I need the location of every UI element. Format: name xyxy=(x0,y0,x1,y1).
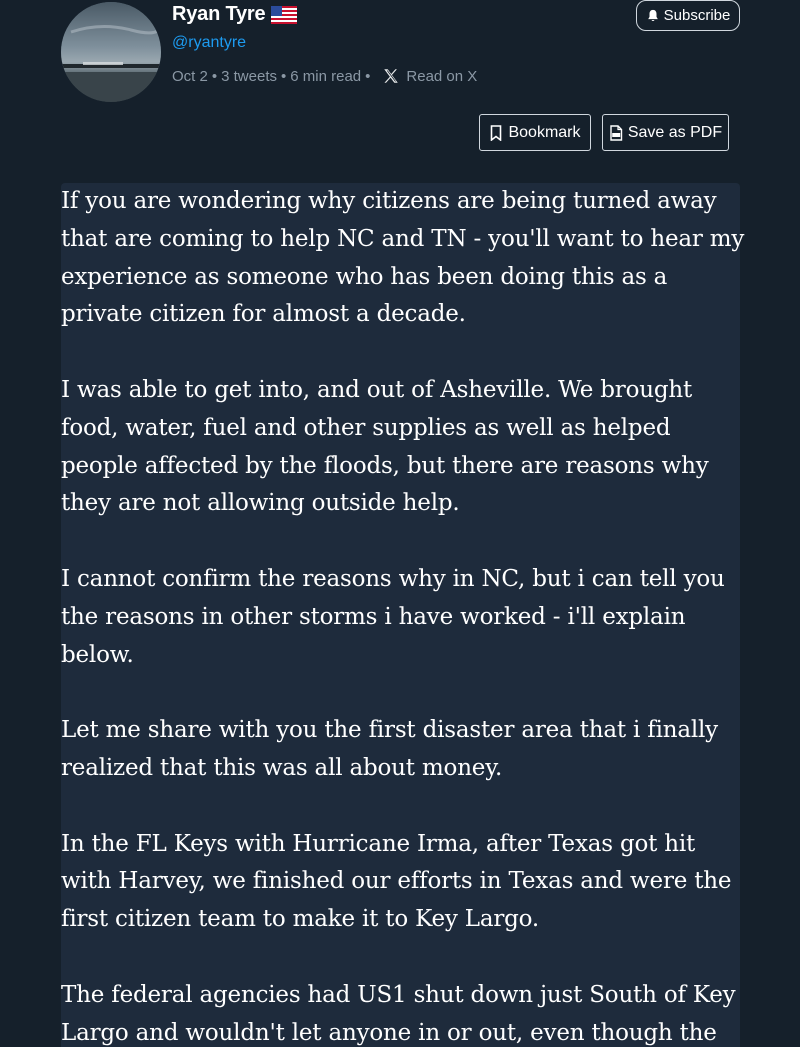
save-as-pdf-button[interactable]: Save as PDF xyxy=(602,114,729,151)
x-logo-icon[interactable] xyxy=(382,67,400,85)
bookmark-button[interactable]: Bookmark xyxy=(479,114,591,151)
author-handle[interactable]: @ryantyre xyxy=(172,34,246,52)
meta-separator: • xyxy=(365,67,371,85)
save-as-pdf-label: Save as PDF xyxy=(627,123,723,141)
article-paragraph: The federal agencies had US1 shut down j… xyxy=(61,981,736,1046)
subscribe-label: Subscribe xyxy=(663,7,731,24)
thread-meta: Oct 2 • 3 tweets • 6 min read • Read on … xyxy=(172,67,477,85)
subscribe-button[interactable]: Subscribe xyxy=(636,0,740,31)
article-paragraph: In the FL Keys with Hurricane Irma, afte… xyxy=(61,830,732,933)
bookmark-label: Bookmark xyxy=(508,123,581,141)
pdf-file-icon xyxy=(609,124,623,141)
article-body: If you are wondering why citizens are be… xyxy=(61,183,751,1047)
avatar-image xyxy=(61,2,161,102)
article-paragraph: Let me share with you the first disaster… xyxy=(61,717,718,781)
meta-separator: • xyxy=(281,67,287,85)
author-name[interactable]: Ryan Tyre xyxy=(172,3,266,26)
article-paragraph: I cannot confirm the reasons why in NC, … xyxy=(61,565,725,668)
article-paragraph: I was able to get into, and out of Ashev… xyxy=(61,376,709,517)
meta-separator: • xyxy=(211,67,218,85)
thread-date: Oct 2 xyxy=(172,67,208,85)
avatar[interactable] xyxy=(61,2,161,102)
read-on-x-link[interactable]: Read on X xyxy=(406,68,477,85)
read-time: 6 min read xyxy=(290,67,362,85)
us-flag-icon xyxy=(271,5,298,24)
bell-icon xyxy=(646,9,660,23)
tweet-count: 3 tweets xyxy=(221,67,277,85)
author-name-row: Ryan Tyre xyxy=(172,3,298,26)
article-paragraph: If you are wondering why citizens are be… xyxy=(61,188,745,328)
thread-reader-page: Ryan Tyre @ryantyre Oct 2 • 3 tweets • 6… xyxy=(0,0,800,1047)
bookmark-icon xyxy=(489,124,503,142)
